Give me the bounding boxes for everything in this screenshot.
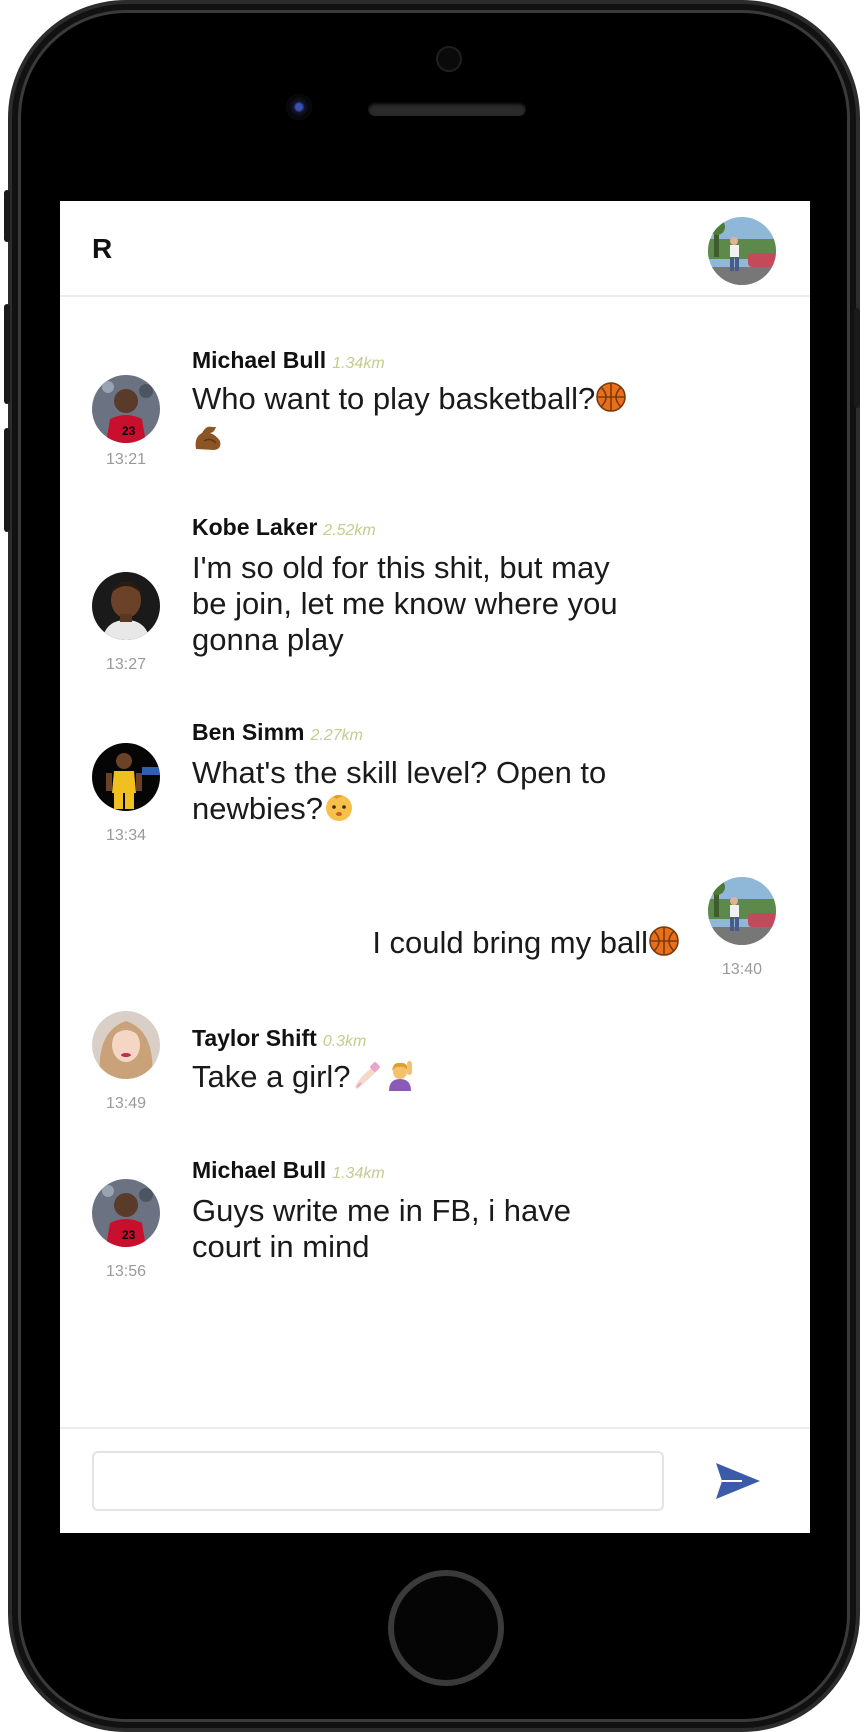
chat-screen: R 23 13:21 Michael Bull 1.34km Who want …: [60, 201, 810, 1533]
message-item: 13:49 Taylor Shift 0.3km Take a girl?: [60, 1009, 810, 1119]
message-sender: Michael Bull 1.34km: [192, 347, 385, 374]
own-avatar[interactable]: [708, 877, 776, 945]
taylor-shift-avatar[interactable]: [92, 1011, 160, 1079]
baby-face-icon: [323, 791, 355, 831]
message-body: Take a girl?: [192, 1059, 351, 1094]
message-time: 13:40: [721, 961, 763, 978]
message-body: Who want to play basketball?: [192, 381, 596, 416]
person-raising-hand-icon: [383, 1059, 417, 1099]
message-text: I'm so old for this shit, but may be joi…: [192, 550, 632, 658]
send-button[interactable]: [712, 1457, 764, 1505]
sender-distance: 1.34km: [332, 1165, 385, 1182]
message-sender: Taylor Shift 0.3km: [192, 1025, 366, 1052]
message-input[interactable]: [92, 1451, 664, 1511]
volume-up-button: [4, 304, 10, 404]
mute-switch: [4, 190, 10, 242]
earpiece-speaker: [368, 102, 526, 116]
message-sender: Ben Simm 2.27km: [192, 719, 363, 746]
message-text: Take a girl?: [192, 1059, 632, 1099]
sender-name: Kobe Laker: [192, 514, 318, 540]
message-composer: [60, 1427, 810, 1533]
volume-down-button: [4, 428, 10, 532]
message-sender: Michael Bull 1.34km: [192, 1157, 385, 1184]
power-button: [854, 308, 860, 408]
sender-distance: 2.27km: [310, 727, 363, 744]
message-time: 13:34: [105, 827, 147, 844]
message-body: Guys write me in FB, i have court in min…: [192, 1193, 572, 1264]
basketball-icon: [595, 381, 627, 421]
own-avatar[interactable]: [708, 217, 776, 285]
michael-bull-avatar[interactable]: 23: [92, 375, 160, 443]
flexed-biceps-icon: [192, 423, 226, 461]
message-text: Who want to play basketball?: [192, 381, 632, 461]
michael-bull-avatar[interactable]: 23: [92, 1179, 160, 1247]
message-item: 23 13:21 Michael Bull 1.34km Who want to …: [60, 341, 810, 468]
sender-distance: 2.52km: [323, 522, 376, 539]
svg-text:23: 23: [122, 424, 136, 438]
front-camera: [286, 94, 312, 120]
chat-title: R: [92, 233, 113, 264]
message-text: I could bring my ball: [372, 925, 680, 965]
sender-distance: 1.34km: [332, 355, 385, 372]
ben-simm-avatar[interactable]: [92, 743, 160, 811]
nail-polish-icon: [351, 1059, 383, 1099]
message-time: 13:56: [105, 1263, 147, 1280]
message-item: 13:34 Ben Simm 2.27km What's the skill le…: [60, 719, 810, 849]
message-item-self: 13:40 I could bring my ball: [60, 877, 810, 978]
message-body: I could bring my ball: [372, 925, 648, 960]
message-text: Guys write me in FB, i have court in min…: [192, 1193, 632, 1265]
sender-name: Michael Bull: [192, 1157, 327, 1183]
message-item: 23 13:56 Michael Bull 1.34km Guys write m…: [60, 1155, 810, 1285]
message-time: 13:21: [105, 451, 147, 468]
home-button[interactable]: [388, 1570, 504, 1686]
sender-name: Taylor Shift: [192, 1025, 317, 1051]
message-item: 13:27 Kobe Laker 2.52km I'm so old for th…: [60, 514, 810, 674]
message-time: 13:27: [105, 656, 147, 673]
send-icon: [716, 1463, 760, 1499]
message-time: 13:49: [105, 1095, 147, 1112]
svg-text:23: 23: [122, 1228, 136, 1242]
proximity-sensor: [436, 46, 462, 72]
sender-distance: 0.3km: [322, 1033, 367, 1050]
chat-header: R: [60, 201, 810, 297]
sender-name: Michael Bull: [192, 347, 327, 373]
message-body: What's the skill level? Open to newbies?: [192, 755, 607, 826]
message-sender: Kobe Laker 2.52km: [192, 514, 376, 541]
message-body: I'm so old for this shit, but may be joi…: [192, 550, 618, 657]
sender-name: Ben Simm: [192, 719, 305, 745]
kobe-laker-avatar[interactable]: [92, 572, 160, 640]
basketball-icon: [648, 925, 680, 965]
message-text: What's the skill level? Open to newbies?: [192, 755, 632, 831]
